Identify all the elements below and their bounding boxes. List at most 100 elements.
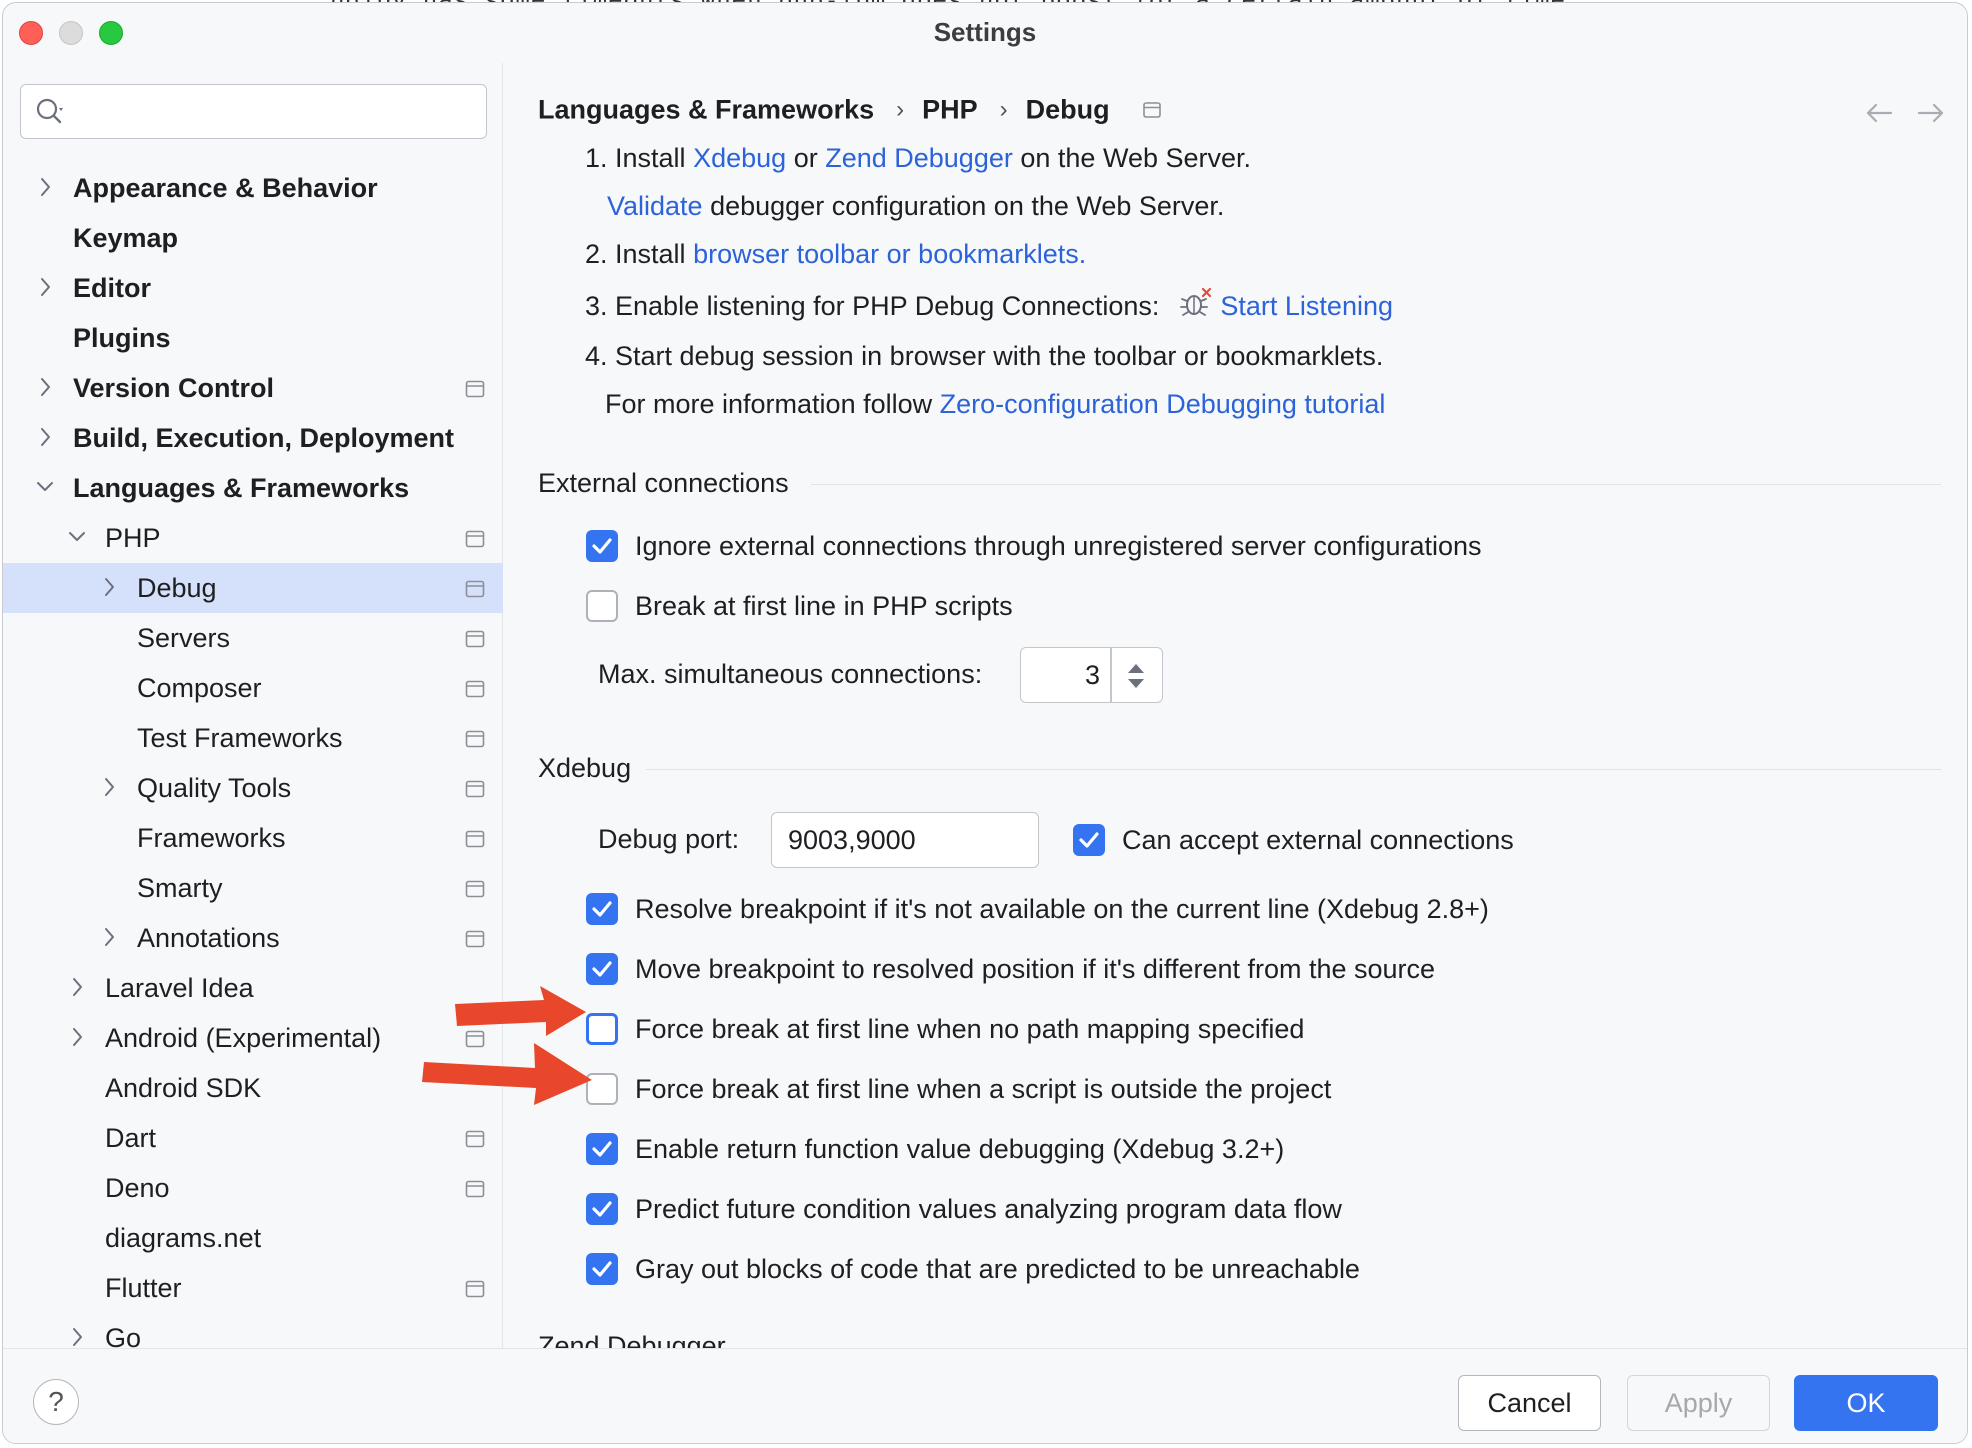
xdebug-option-label[interactable]: Resolve breakpoint if it's not available… (635, 893, 1489, 925)
chevron-down-icon[interactable] (67, 526, 87, 548)
sidebar-item[interactable]: Frameworks (3, 813, 503, 863)
accept-external-label[interactable]: Can accept external connections (1122, 824, 1514, 856)
check-icon (592, 1201, 612, 1217)
xdebug-option-label[interactable]: Move breakpoint to resolved position if … (635, 953, 1435, 985)
xdebug-option-checkbox[interactable] (586, 1073, 618, 1105)
sidebar-item[interactable]: Android (Experimental) (3, 1013, 503, 1063)
sidebar-item[interactable]: Flutter (3, 1263, 503, 1313)
instruction-step-4: 4. Start debug session in browser with t… (585, 341, 1384, 371)
debug-port-value[interactable]: 9003,9000 (788, 825, 916, 856)
xdebug-option-label[interactable]: Enable return function value debugging (… (635, 1133, 1284, 1165)
chevron-right-icon[interactable] (35, 376, 55, 398)
xdebug-option-label[interactable]: Force break at first line when a script … (635, 1073, 1331, 1105)
spinner-arrows-icon[interactable] (1125, 661, 1147, 691)
sidebar-item-label: Plugins (73, 323, 171, 353)
browser-toolbar-link[interactable]: browser toolbar or bookmarklets. (693, 239, 1086, 269)
xdebug-option-checkbox[interactable] (586, 893, 618, 925)
xdebug-option-checkbox[interactable] (586, 1013, 618, 1045)
forward-arrow-icon[interactable] (1915, 99, 1947, 127)
help-button[interactable]: ? (33, 1379, 79, 1425)
break-first-line-checkbox[interactable] (586, 590, 618, 622)
cancel-button[interactable]: Cancel (1458, 1375, 1601, 1431)
sidebar-item-label: Languages & Frameworks (73, 473, 410, 503)
accept-external-checkbox[interactable] (1073, 824, 1105, 856)
dialog-footer: ? Cancel Apply OK (3, 1348, 1967, 1443)
sidebar-item[interactable]: Quality Tools (3, 763, 503, 813)
max-connections-value[interactable]: 3 (1085, 660, 1100, 691)
sidebar-item[interactable]: Annotations (3, 913, 503, 963)
window-title: Settings (933, 17, 1037, 47)
sidebar-item-label: Smarty (137, 873, 223, 903)
zend-debugger-title-partial: Zend Debugger (538, 1331, 726, 1348)
breadcrumb-separator: › (896, 95, 905, 123)
tutorial-link[interactable]: Zero-configuration Debugging tutorial (940, 389, 1386, 419)
sidebar-item-label: Flutter (105, 1273, 182, 1303)
ignore-external-checkbox[interactable] (586, 530, 618, 562)
project-scope-icon (465, 780, 485, 798)
sidebar-item[interactable]: Laravel Idea (3, 963, 503, 1013)
break-first-line-label[interactable]: Break at first line in PHP scripts (635, 590, 1013, 622)
chevron-right-icon[interactable] (35, 426, 55, 448)
sidebar-item[interactable]: Deno (3, 1163, 503, 1213)
sidebar-item-label: Dart (105, 1123, 157, 1153)
chevron-down-icon[interactable] (35, 476, 55, 498)
step-text: debugger configuration on the Web Server… (710, 191, 1225, 221)
project-scope-icon (465, 580, 485, 598)
step-text: For more information follow (605, 389, 933, 419)
xdebug-option-label[interactable]: Predict future condition values analyzin… (635, 1193, 1342, 1225)
xdebug-option-checkbox[interactable] (586, 1193, 618, 1225)
chevron-right-icon[interactable] (99, 576, 119, 598)
external-connections-title: External connections (538, 468, 789, 498)
xdebug-option-label[interactable]: Gray out blocks of code that are predict… (635, 1253, 1360, 1285)
xdebug-option-checkbox[interactable] (586, 1253, 618, 1285)
chevron-right-icon[interactable] (67, 1026, 87, 1048)
sidebar-item[interactable]: diagrams.net (3, 1213, 503, 1263)
breadcrumb-item[interactable]: Languages & Frameworks (538, 94, 874, 124)
chevron-right-icon[interactable] (99, 926, 119, 948)
step-text: 3. Enable listening for PHP Debug Connec… (585, 291, 1160, 321)
sidebar-item[interactable]: Debug (3, 563, 503, 613)
xdebug-option-checkbox[interactable] (586, 1133, 618, 1165)
sidebar-item[interactable]: Android SDK (3, 1063, 503, 1113)
project-scope-icon (465, 380, 485, 398)
check-icon (592, 1141, 612, 1157)
apply-button[interactable]: Apply (1627, 1375, 1770, 1431)
sidebar-item[interactable]: Appearance & Behavior (3, 163, 503, 213)
sidebar-item[interactable]: PHP (3, 513, 503, 563)
project-scope-icon (465, 530, 485, 548)
ignore-external-label[interactable]: Ignore external connections through unre… (635, 530, 1482, 562)
chevron-right-icon[interactable] (35, 176, 55, 198)
search-input[interactable] (20, 84, 487, 139)
chevron-right-icon[interactable] (99, 776, 119, 798)
sidebar-item[interactable]: Version Control (3, 363, 503, 413)
xdebug-option-checkbox[interactable] (586, 953, 618, 985)
sidebar-item[interactable]: Composer (3, 663, 503, 713)
validate-link[interactable]: Validate (607, 191, 703, 221)
chevron-right-icon[interactable] (67, 1326, 87, 1348)
debug-port-input[interactable]: 9003,9000 (771, 812, 1039, 868)
sidebar-item[interactable]: Dart (3, 1113, 503, 1163)
sidebar-item[interactable]: Keymap (3, 213, 503, 263)
ok-button[interactable]: OK (1794, 1375, 1938, 1431)
sidebar-item[interactable]: Smarty (3, 863, 503, 913)
start-listening-link[interactable]: Start Listening (1220, 291, 1393, 321)
sidebar-item-label: Debug (137, 573, 217, 603)
xdebug-link[interactable]: Xdebug (693, 143, 786, 173)
sidebar-item[interactable]: Editor (3, 263, 503, 313)
chevron-right-icon[interactable] (67, 976, 87, 998)
max-connections-spinner[interactable]: 3 (1020, 647, 1163, 703)
sidebar-item[interactable]: Servers (3, 613, 503, 663)
sidebar-item[interactable]: Languages & Frameworks (3, 463, 503, 513)
sidebar-item[interactable]: Plugins (3, 313, 503, 363)
xdebug-option-label[interactable]: Force break at first line when no path m… (635, 1013, 1304, 1045)
breadcrumb-item[interactable]: PHP (922, 94, 978, 124)
settings-dialog: Settings Appearance & Behavior Keymap Edit… (2, 2, 1968, 1444)
sidebar-item[interactable]: Test Frameworks (3, 713, 503, 763)
chevron-right-icon[interactable] (35, 276, 55, 298)
zend-debugger-link[interactable]: Zend Debugger (825, 143, 1013, 173)
back-arrow-icon[interactable] (1863, 99, 1895, 127)
sidebar-item-label: Editor (73, 273, 151, 303)
max-connections-label: Max. simultaneous connections: (598, 659, 983, 689)
sidebar-item[interactable]: Build, Execution, Deployment (3, 413, 503, 463)
step-text: or (793, 143, 818, 173)
